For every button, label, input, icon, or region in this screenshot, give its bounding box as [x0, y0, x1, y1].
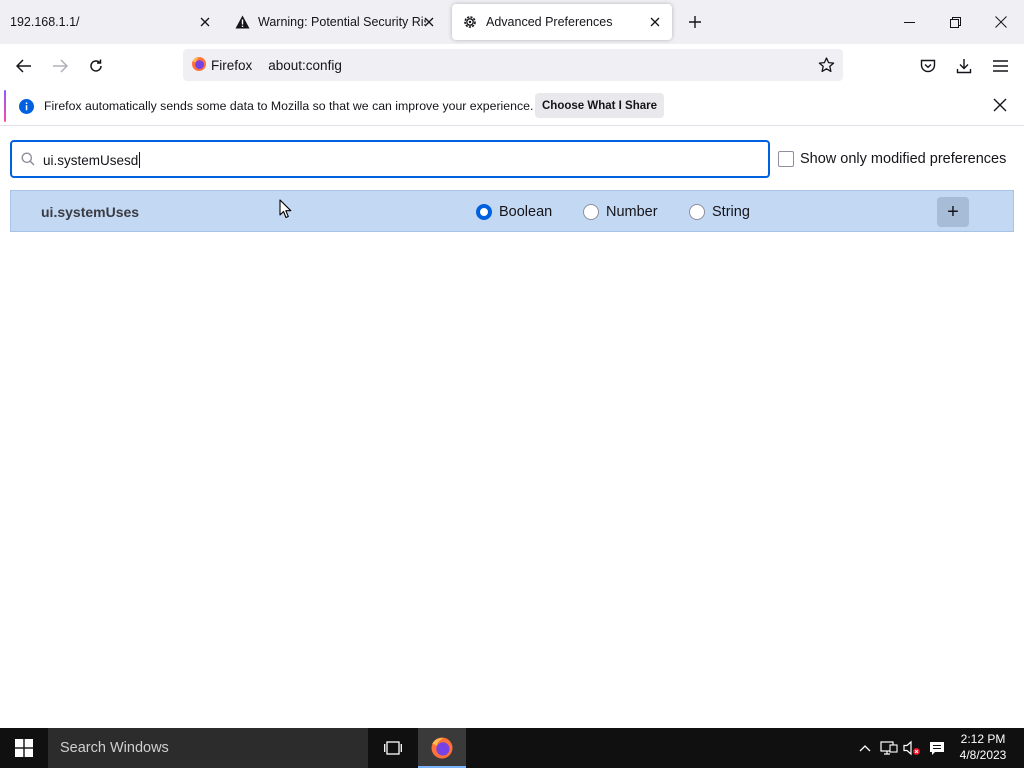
downloads-icon[interactable]	[950, 52, 978, 80]
taskbar-search-box[interactable]: Search Windows	[48, 728, 368, 768]
firefox-logo-icon	[191, 56, 207, 75]
choose-what-i-share-button[interactable]: Choose What I Share	[535, 93, 664, 118]
data-collection-notification: Firefox automatically sends some data to…	[0, 86, 1024, 126]
type-radio-boolean[interactable]: Boolean	[476, 204, 552, 220]
forward-button[interactable]	[46, 52, 74, 80]
type-radio-string[interactable]: String	[689, 204, 750, 220]
network-icon[interactable]	[878, 728, 900, 768]
close-tab-icon[interactable]	[646, 13, 664, 31]
search-icon	[21, 152, 35, 166]
warning-icon	[234, 14, 250, 30]
tab-label: Advanced Preferences	[486, 15, 613, 29]
close-tab-icon[interactable]	[420, 13, 438, 31]
windows-taskbar: Search Windows 2:12 PM 4/8/2023	[0, 728, 1024, 768]
preference-search-input[interactable]: ui.systemUsesd	[10, 140, 770, 178]
tab-strip: 192.168.1.1/ Warning: Potential Security…	[0, 0, 1024, 44]
back-button[interactable]	[10, 52, 38, 80]
radio-checked-icon	[476, 204, 492, 220]
task-view-icon[interactable]	[374, 728, 412, 768]
restore-button[interactable]	[932, 6, 978, 38]
windows-start-icon[interactable]	[0, 728, 48, 768]
show-modified-checkbox[interactable]	[778, 151, 794, 167]
search-value: ui.systemUsesd	[43, 152, 141, 168]
info-icon	[19, 99, 34, 114]
add-preference-button[interactable]: +	[937, 197, 969, 227]
pocket-icon[interactable]	[914, 52, 942, 80]
notifications-icon[interactable]	[926, 728, 948, 768]
close-notification-icon[interactable]	[990, 95, 1010, 115]
show-hidden-icons-chevron-icon[interactable]	[856, 728, 874, 768]
identity-box[interactable]: Firefox	[183, 49, 260, 81]
close-tab-icon[interactable]	[196, 13, 214, 31]
radio-unchecked-icon	[583, 204, 599, 220]
clock-date: 4/8/2023	[959, 748, 1007, 762]
clock-time: 2:12 PM	[960, 732, 1006, 746]
preference-name: ui.systemUses	[41, 204, 140, 220]
volume-muted-icon[interactable]	[902, 728, 922, 768]
url-text[interactable]: about:config	[268, 58, 342, 73]
notification-message: Firefox automatically sends some data to…	[44, 99, 534, 113]
url-bar[interactable]: Firefox about:config	[183, 49, 843, 81]
tab-security-warning[interactable]: Warning: Potential Security Risk Ahead	[224, 4, 446, 40]
close-window-button[interactable]	[978, 6, 1024, 38]
tab-label: Warning: Potential Security Risk Ahead	[258, 15, 426, 29]
firefox-taskbar-icon[interactable]	[418, 728, 466, 768]
type-label: Boolean	[499, 204, 553, 220]
identity-label: Firefox	[211, 57, 253, 73]
mouse-cursor-icon	[279, 199, 292, 219]
gear-icon	[462, 14, 478, 30]
text-caret	[139, 152, 141, 168]
system-clock[interactable]: 2:12 PM 4/8/2023	[952, 731, 1014, 763]
type-label: String	[712, 204, 750, 220]
reload-button[interactable]	[82, 52, 110, 80]
show-modified-label: Show only modified preferences	[800, 151, 1007, 167]
tab-router[interactable]: 192.168.1.1/	[0, 4, 222, 40]
minimize-button[interactable]	[886, 6, 932, 38]
type-radio-number[interactable]: Number	[583, 204, 658, 220]
menu-hamburger-icon[interactable]	[986, 52, 1014, 80]
tab-label: 192.168.1.1/	[10, 15, 80, 29]
bookmark-star-icon[interactable]	[815, 54, 837, 76]
notification-accent	[4, 90, 6, 122]
radio-unchecked-icon	[689, 204, 705, 220]
new-preference-row: ui.systemUses Boolean Number String +	[10, 190, 1014, 232]
navigation-toolbar: Firefox about:config	[0, 44, 1024, 86]
show-modified-toggle[interactable]: Show only modified preferences	[778, 151, 1006, 167]
tab-advanced-preferences[interactable]: Advanced Preferences	[452, 4, 672, 40]
new-tab-button[interactable]	[684, 11, 706, 33]
type-label: Number	[606, 204, 658, 220]
